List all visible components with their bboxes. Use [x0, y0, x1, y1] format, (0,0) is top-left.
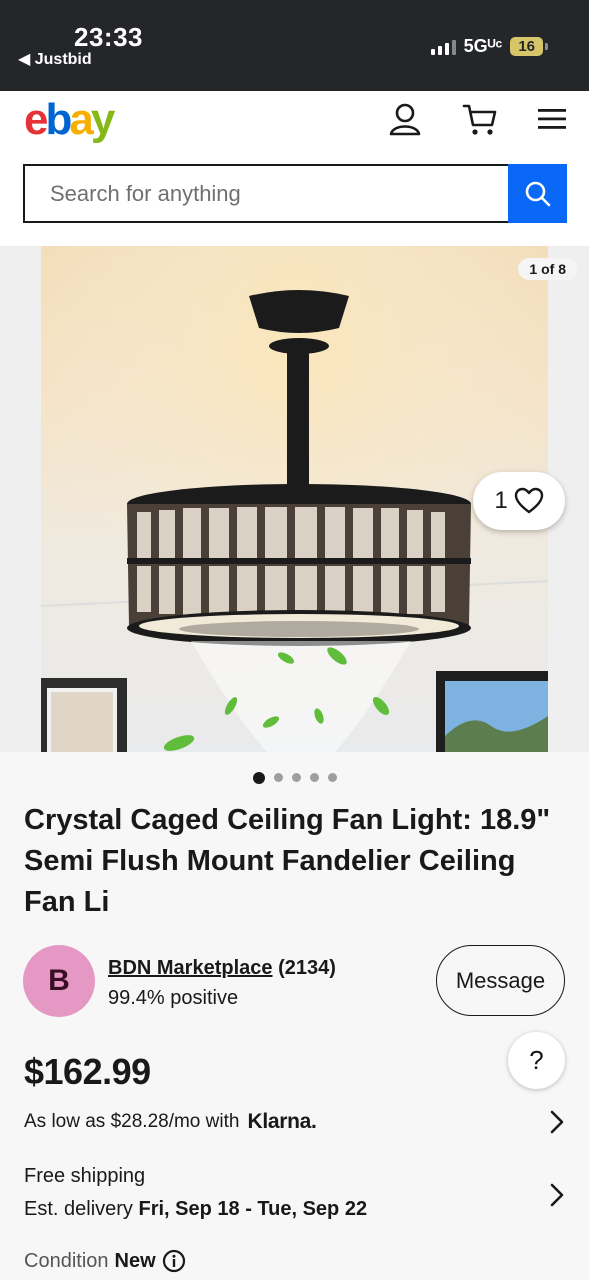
condition-label: Condition	[24, 1249, 109, 1272]
cart-icon[interactable]	[462, 101, 498, 137]
condition-row: Condition New	[24, 1249, 186, 1273]
search-button[interactable]	[508, 164, 567, 223]
network-type: 5Gᵁᶜ	[463, 36, 503, 56]
listing-title: Crystal Caged Ceiling Fan Light: 18.9" S…	[24, 804, 551, 918]
condition-value: New	[114, 1249, 156, 1272]
seller-feedback-count: (2134)	[278, 957, 336, 979]
item-price: $162.99	[24, 1051, 151, 1092]
product-image[interactable]	[41, 246, 548, 752]
pagination-dot[interactable]	[309, 773, 319, 782]
signal-icon	[430, 39, 456, 55]
seller-positive-rating: 99.4% positive	[108, 987, 239, 1009]
help-button[interactable]: ?	[508, 1032, 565, 1089]
message-seller-button[interactable]: Message	[436, 945, 565, 1016]
status-indicators: 5Gᵁᶜ 16	[430, 36, 548, 57]
back-to-app-link[interactable]: ◀ Justbid	[18, 49, 92, 69]
estimated-delivery: Est. delivery Fri, Sep 18 - Tue, Sep 22	[24, 1198, 368, 1220]
pagination-dot[interactable]	[327, 773, 337, 782]
pagination-dot[interactable]	[273, 773, 283, 782]
info-icon[interactable]	[162, 1249, 186, 1273]
financing-text: As low as $28.28/mo with	[24, 1111, 240, 1132]
chevron-right-icon	[550, 1110, 564, 1134]
financing-row[interactable]: As low as $28.28/mo with Klarna.	[24, 1110, 565, 1134]
fan-light-illustration	[41, 246, 548, 752]
klarna-logo: Klarna.	[247, 1110, 317, 1133]
watchlist-button[interactable]: 1	[473, 472, 565, 530]
delivery-dates: Fri, Sep 18 - Tue, Sep 22	[138, 1198, 368, 1220]
menu-icon[interactable]	[534, 101, 570, 137]
search-bar: Search for anything	[23, 164, 567, 223]
image-counter: 1 of 8	[518, 258, 577, 280]
heart-icon	[514, 487, 543, 514]
pagination-dot[interactable]	[291, 773, 301, 782]
watch-count: 1	[494, 487, 508, 514]
search-icon	[525, 181, 550, 206]
site-header: ebay Search for anything	[0, 91, 589, 246]
ebay-logo[interactable]: ebay	[24, 95, 115, 145]
search-input[interactable]: Search for anything	[23, 164, 508, 223]
battery-icon: 16	[510, 37, 548, 56]
chevron-right-icon[interactable]	[549, 1182, 565, 1208]
account-icon[interactable]	[387, 101, 423, 137]
seller-info: BDN Marketplace (2134)	[108, 957, 336, 980]
gallery-pagination	[0, 771, 589, 784]
seller-name-link[interactable]: BDN Marketplace	[108, 957, 273, 979]
shipping-cost: Free shipping	[24, 1165, 146, 1187]
status-bar: 23:33 ◀ Justbid 5Gᵁᶜ 16	[0, 0, 589, 91]
pagination-dot[interactable]	[252, 771, 265, 784]
seller-avatar[interactable]: B	[23, 945, 95, 1017]
